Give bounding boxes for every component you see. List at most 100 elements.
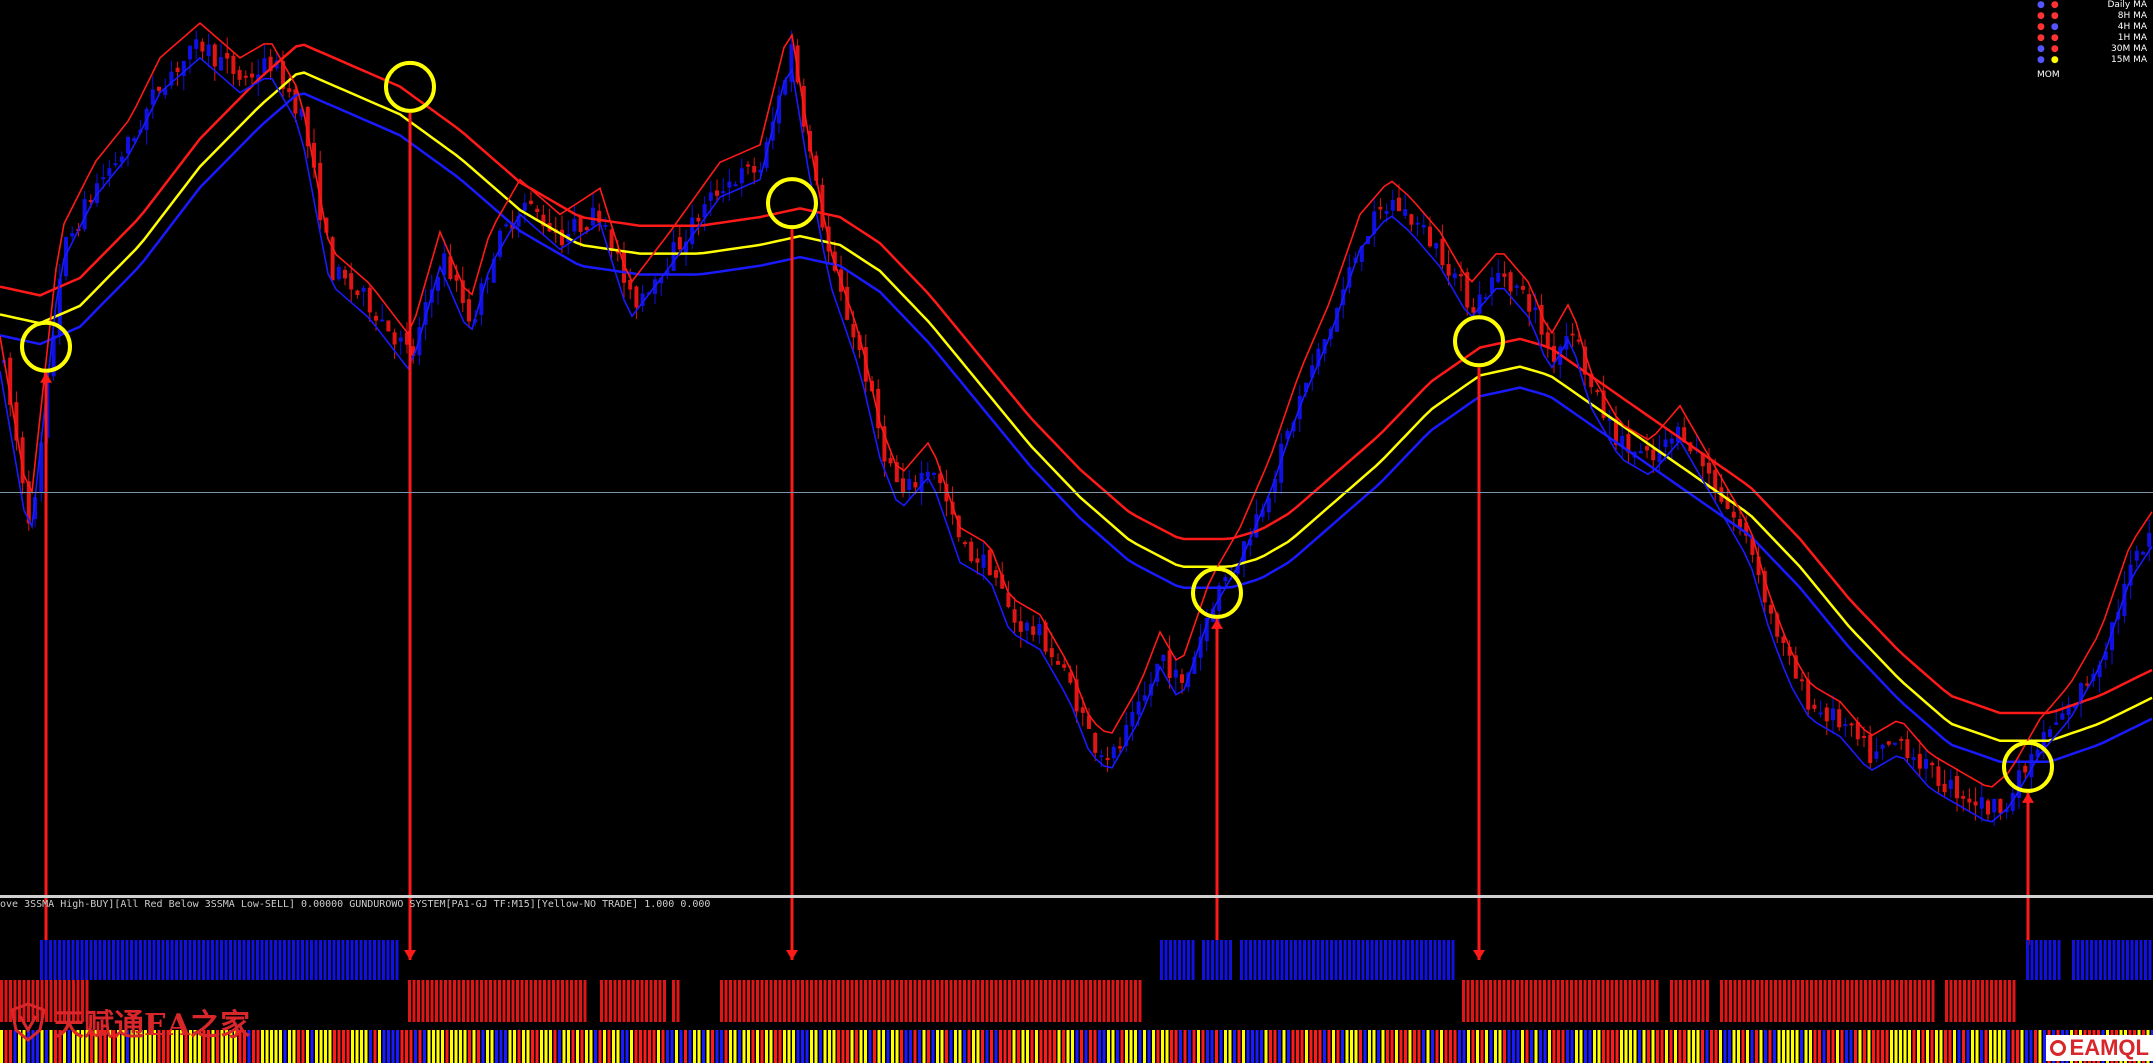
- signal-bar-mixed: [1341, 1030, 1344, 1063]
- signal-bar-mixed: [1561, 1030, 1565, 1063]
- candle-body: [634, 286, 639, 308]
- indicator-separator[interactable]: [0, 895, 2153, 898]
- candle-body: [1979, 797, 1984, 809]
- signal-bar-red: [738, 980, 741, 1022]
- signal-bar-red: [810, 980, 813, 1022]
- signal-bar-blue: [1366, 940, 1369, 980]
- signal-bar-blue: [1280, 940, 1284, 980]
- signal-bar-red: [1597, 980, 1600, 1022]
- signal-bar-red: [814, 980, 818, 1022]
- candle-body: [715, 190, 719, 196]
- signal-bar-mixed: [261, 1030, 264, 1063]
- signal-bar-blue: [1206, 940, 1210, 980]
- signal-bar-mixed: [1102, 1030, 1106, 1063]
- candle-body: [1397, 197, 1401, 212]
- legend-row: ● ● 30M MA: [2037, 44, 2147, 55]
- candle-body: [1986, 800, 1990, 815]
- candle-body: [380, 319, 385, 322]
- signal-bar-red: [1783, 980, 1786, 1022]
- signal-bar-blue: [53, 940, 57, 980]
- candle-body: [1037, 623, 1042, 636]
- signal-bar-mixed: [1327, 1030, 1331, 1063]
- candle-body: [1080, 707, 1085, 713]
- signal-circles-layer: [20, 60, 2054, 793]
- legend-row: ● ● 4H MA: [2037, 22, 2147, 33]
- signal-arrowhead: [786, 950, 798, 960]
- signal-bar-mixed: [1242, 1030, 1245, 1063]
- signal-bar-blue: [382, 940, 385, 980]
- legend-label: 30M MA: [2111, 44, 2147, 54]
- signal-bar-mixed: [702, 1030, 705, 1063]
- signal-bar-mixed: [1372, 1030, 1376, 1063]
- signal-bar-red: [645, 980, 648, 1022]
- signal-bar-mixed: [1237, 1030, 1241, 1063]
- signal-bar-red: [511, 980, 515, 1022]
- signal-bar-blue: [215, 940, 219, 980]
- signal-bar-blue: [341, 940, 345, 980]
- signal-bar-blue: [319, 940, 322, 980]
- signal-bar-blue: [242, 940, 246, 980]
- candle-body: [237, 69, 242, 80]
- signal-bar-mixed: [1476, 1030, 1479, 1063]
- signal-bar-blue: [125, 940, 129, 980]
- signal-bar-mixed: [1426, 1030, 1430, 1063]
- signal-bar-mixed: [711, 1030, 714, 1063]
- signal-bar-red: [1801, 980, 1804, 1022]
- signal-bar-blue: [211, 940, 214, 980]
- signal-bar-red: [574, 980, 578, 1022]
- candle-body: [1961, 796, 1966, 799]
- signal-bar-mixed: [1647, 1030, 1650, 1063]
- candle-body: [212, 44, 217, 67]
- signal-bar-blue: [1187, 940, 1190, 980]
- signal-bar-mixed: [1894, 1030, 1898, 1063]
- signal-bar-mixed: [859, 1030, 863, 1063]
- signal-bar-blue: [193, 940, 196, 980]
- signal-bar-mixed: [724, 1030, 728, 1063]
- signal-bar-blue: [2130, 940, 2134, 980]
- signal-bar-mixed: [1093, 1030, 1097, 1063]
- signal-bar-red: [1116, 980, 1119, 1022]
- signal-bar-mixed: [720, 1030, 723, 1063]
- signal-bar-red: [1570, 980, 1573, 1022]
- signal-bar-mixed: [414, 1030, 417, 1063]
- signal-bar-mixed: [1134, 1030, 1137, 1063]
- signal-bar-red: [1129, 980, 1133, 1022]
- signal-bar-blue: [1294, 940, 1297, 980]
- signal-bar-mixed: [1179, 1030, 1182, 1063]
- signal-bar-blue: [323, 940, 327, 980]
- signal-bar-mixed: [1057, 1030, 1061, 1063]
- signal-bar-blue: [1370, 940, 1374, 980]
- signal-bar-red: [783, 980, 786, 1022]
- signal-arrowhead: [404, 950, 416, 960]
- signal-bar-mixed: [1854, 1030, 1857, 1063]
- signal-bar-mixed: [603, 1030, 606, 1063]
- signal-bar-red: [547, 980, 551, 1022]
- signal-bar-blue: [1173, 940, 1177, 980]
- signal-bar-red: [444, 980, 447, 1022]
- signal-bar-mixed: [1147, 1030, 1151, 1063]
- signal-bar-red: [1886, 980, 1890, 1022]
- signal-bar-mixed: [999, 1030, 1002, 1063]
- signal-bar-red: [999, 980, 1002, 1022]
- signal-bar-blue: [2076, 940, 2080, 980]
- signal-bar-blue: [238, 940, 241, 980]
- signal-bar-mixed: [1962, 1030, 1965, 1063]
- signal-bar-mixed: [2038, 1030, 2042, 1063]
- signal-bar-blue: [2090, 940, 2093, 980]
- candle-body: [1173, 669, 1178, 678]
- candle-body: [1161, 654, 1166, 662]
- signal-bar-mixed: [922, 1030, 926, 1063]
- signal-bar-red: [742, 980, 746, 1022]
- candle-body: [2023, 765, 2028, 773]
- candle-body: [690, 217, 695, 245]
- signal-bar-mixed: [1462, 1030, 1466, 1063]
- signal-bar-red: [990, 980, 993, 1022]
- signal-bar-red: [627, 980, 630, 1022]
- watermark-left: 天赋通EA之家: [10, 1000, 250, 1044]
- signal-bar-red: [475, 980, 479, 1022]
- horizontal-price-line[interactable]: [0, 492, 2153, 493]
- signal-bar-mixed: [990, 1030, 993, 1063]
- signal-bar-red: [489, 980, 492, 1022]
- candle-body: [1508, 272, 1513, 292]
- candle-body: [1570, 333, 1575, 336]
